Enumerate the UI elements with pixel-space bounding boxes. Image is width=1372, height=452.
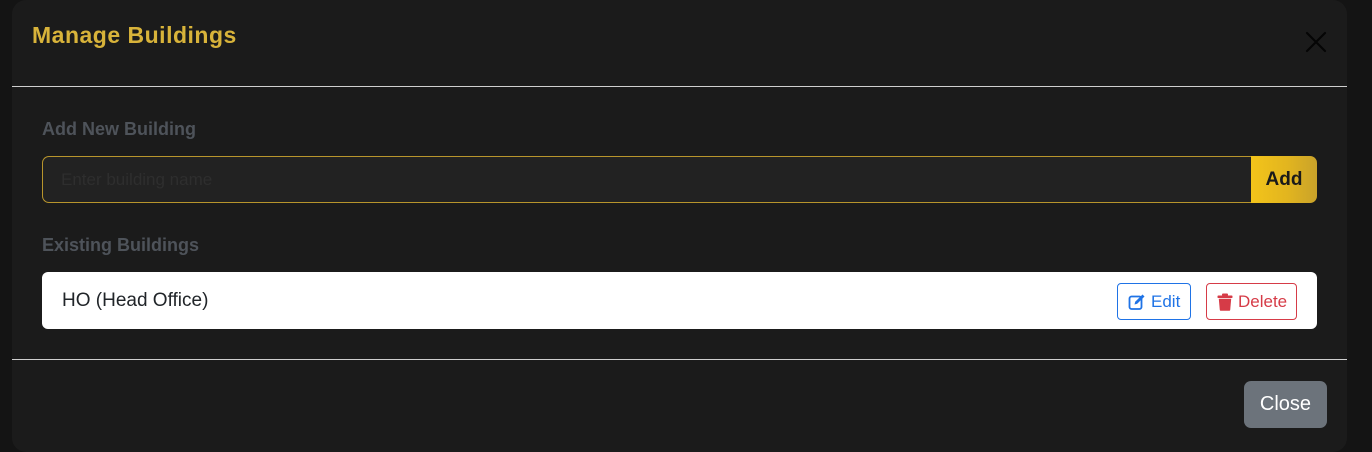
- trash-icon: [1217, 293, 1233, 311]
- modal-title: Manage Buildings: [32, 22, 237, 48]
- close-icon[interactable]: [1304, 30, 1328, 54]
- modal-header: Manage Buildings: [12, 0, 1347, 87]
- modal-footer: Close: [12, 359, 1347, 452]
- edit-label: Edit: [1151, 291, 1181, 311]
- add-building-label: Add New Building: [42, 119, 196, 139]
- delete-label: Delete: [1238, 291, 1288, 311]
- delete-button[interactable]: Delete: [1206, 283, 1297, 320]
- add-button[interactable]: Add: [1251, 156, 1317, 203]
- building-name-input[interactable]: [42, 156, 1251, 203]
- building-name: HO (Head Office): [62, 290, 209, 311]
- edit-button[interactable]: Edit: [1117, 283, 1191, 320]
- existing-buildings-label: Existing Buildings: [42, 235, 200, 255]
- list-item: HO (Head Office) Edit Delete: [42, 272, 1317, 329]
- close-button[interactable]: Close: [1244, 381, 1327, 428]
- modal-body: Add New Building Add Existing Buildings …: [12, 87, 1347, 359]
- manage-buildings-modal: Manage Buildings Add New Building Add Ex…: [12, 0, 1347, 452]
- add-building-group: Add: [42, 156, 1317, 203]
- edit-icon: [1128, 293, 1146, 311]
